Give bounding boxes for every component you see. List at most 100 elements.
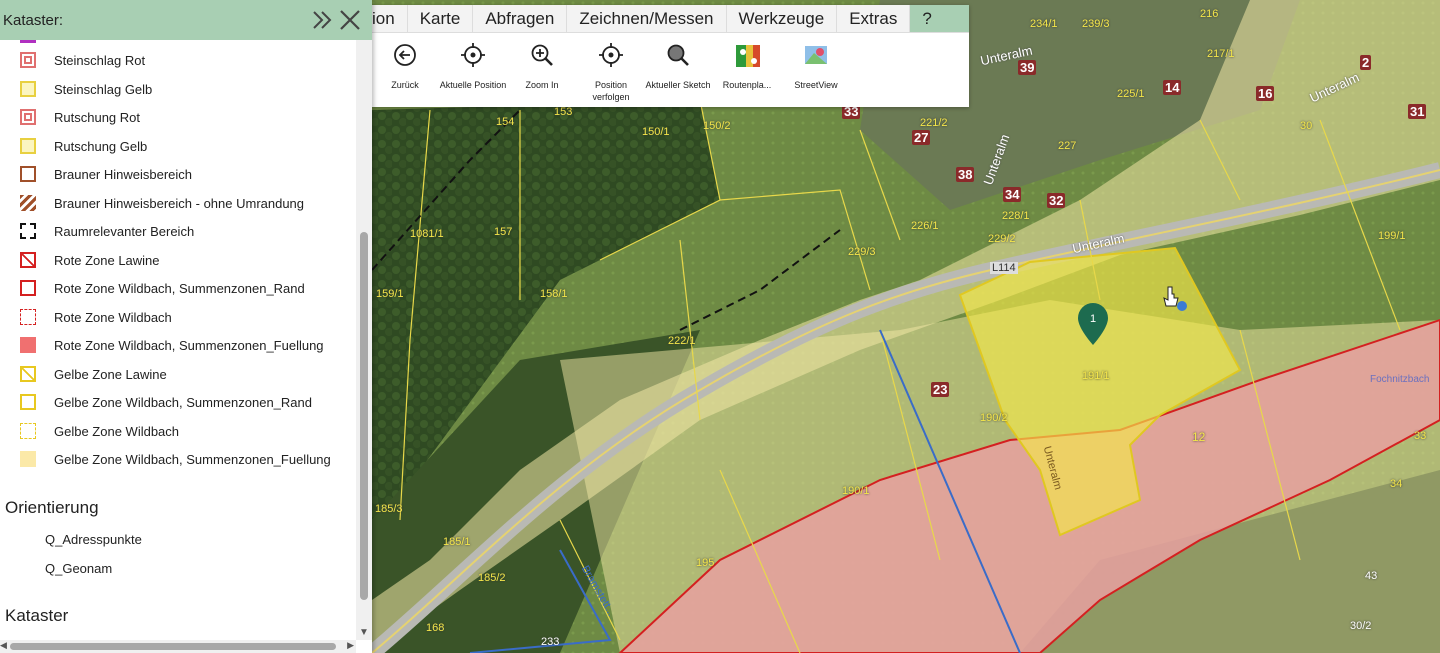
- tab-zeichnen-messen[interactable]: Zeichnen/Messen: [567, 5, 727, 32]
- parcel-label: 34: [1390, 478, 1403, 490]
- house-number: 38: [956, 167, 975, 182]
- parcel-label: 229/2: [988, 233, 1016, 245]
- tool-label: Zoom In: [525, 80, 559, 90]
- legend-swatch: [20, 394, 36, 410]
- house-number: 27: [912, 130, 931, 145]
- legend-label: Rutschung Gelb: [54, 138, 148, 154]
- parcel-label: 216: [1200, 8, 1219, 20]
- parcel-label: 159/1: [376, 288, 404, 300]
- legend-swatch: [20, 52, 36, 68]
- parcel-label: 222/1: [668, 335, 696, 347]
- legend-item[interactable]: Gelbe Zone Wildbach: [0, 417, 356, 445]
- route-planner-button[interactable]: Routenpla...: [712, 33, 782, 107]
- legend-item[interactable]: Rote Zone Wildbach: [0, 303, 356, 331]
- parcel-label: 239/3: [1082, 18, 1110, 30]
- tab-abfragen[interactable]: Abfragen: [473, 5, 568, 32]
- parcel-label: 227: [1058, 140, 1077, 152]
- collapse-chevrons-icon[interactable]: [310, 6, 336, 34]
- parcel-label: 195: [696, 557, 715, 569]
- legend-swatch: [20, 280, 36, 296]
- legend-item[interactable]: Gelbe Zone Lawine: [0, 360, 356, 388]
- parcel-label: 221/2: [920, 117, 948, 129]
- tab-werkzeuge[interactable]: Werkzeuge: [727, 5, 838, 32]
- layer-item[interactable]: Q_Adresspunkte: [45, 532, 142, 547]
- legend-item[interactable]: Brauner Hinweisbereich - ohne Umrandung: [0, 189, 356, 217]
- current-position-button[interactable]: Aktuelle Position: [438, 33, 508, 107]
- legend-item[interactable]: Brauner Hinweisbereich: [0, 160, 356, 188]
- legend-item[interactable]: Steinschlag Rot: [0, 46, 356, 74]
- tool-label: StreetView: [794, 80, 838, 90]
- parcel-label: 153: [554, 106, 573, 118]
- section-title-orientierung[interactable]: Orientierung: [5, 498, 99, 518]
- vertical-scrollbar[interactable]: ▼: [356, 40, 372, 640]
- tab-karte[interactable]: Karte: [408, 5, 474, 32]
- house-number: 32: [1047, 193, 1066, 208]
- tab-help[interactable]: ?: [910, 5, 969, 32]
- panel-header: Kataster:: [0, 0, 372, 40]
- legend-swatch: [20, 195, 36, 211]
- parcel-label: 168: [426, 622, 445, 634]
- house-number: 16: [1256, 86, 1275, 101]
- back-button[interactable]: Zurück: [370, 33, 440, 107]
- parcel-label: 190/1: [842, 485, 870, 497]
- scroll-right-arrow-icon[interactable]: ▶: [347, 640, 354, 651]
- tool-label: Position verfolgen: [592, 80, 630, 102]
- legend-swatch: [20, 166, 36, 182]
- parcel-label: 185/1: [443, 536, 471, 548]
- legend-item[interactable]: Rutschung Rot: [0, 103, 356, 131]
- close-icon[interactable]: [336, 6, 364, 34]
- house-number: 31: [1408, 104, 1427, 119]
- parcel-label: 150/2: [703, 120, 731, 132]
- tab-extras[interactable]: Extras: [837, 5, 911, 32]
- legend-swatch: [20, 309, 36, 325]
- crosshair-follow-icon: [599, 43, 623, 67]
- tool-label: Aktuelle Position: [439, 80, 507, 90]
- tab-navigation[interactable]: ion: [372, 5, 408, 32]
- legend-item[interactable]: Gelbe Zone Wildbach, Summenzonen_Rand: [0, 388, 356, 416]
- parcel-label: 157: [494, 226, 513, 238]
- parcel-label: 233: [541, 636, 560, 648]
- follow-position-button[interactable]: Position verfolgen: [576, 33, 646, 107]
- marker-label: 1: [1089, 313, 1097, 325]
- current-sketch-button[interactable]: Aktueller Sketch: [643, 33, 713, 107]
- scrollbar-thumb[interactable]: [360, 232, 368, 600]
- legend-swatch: [20, 451, 36, 467]
- legend-swatch: [20, 252, 36, 268]
- legend-item[interactable]: Gelbe Zone Wildbach, Summenzonen_Fuellun…: [0, 445, 356, 473]
- legend-panel: Kataster: Steinschlag Rot Steinschlag Ge…: [0, 0, 372, 653]
- menu-bar: ion Karte Abfragen Zeichnen/Messen Werkz…: [372, 5, 969, 33]
- scroll-left-arrow-icon[interactable]: ◀: [0, 640, 7, 651]
- parcel-label: 225/1: [1117, 88, 1145, 100]
- zoom-in-button[interactable]: Zoom In: [507, 33, 577, 107]
- legend-label: Rote Zone Wildbach, Summenzonen_Fuellung: [54, 337, 324, 353]
- legend-item[interactable]: Steinschlag Gelb: [0, 75, 356, 103]
- legend-item[interactable]: Rote Zone Wildbach, Summenzonen_Fuellung: [0, 331, 356, 359]
- parcel-label: 234/1: [1030, 18, 1058, 30]
- map-toolbar: ion Karte Abfragen Zeichnen/Messen Werkz…: [372, 5, 969, 107]
- streetview-button[interactable]: StreetView: [781, 33, 851, 107]
- legend-item[interactable]: Raumrelevanter Bereich: [0, 217, 356, 245]
- legend-item[interactable]: Rutschung Gelb: [0, 132, 356, 160]
- house-number: 39: [1018, 60, 1037, 75]
- legend-label: Gelbe Zone Wildbach: [54, 423, 180, 439]
- stream-label: Fochnitzbach: [1370, 374, 1430, 385]
- crosshair-icon: [461, 43, 485, 67]
- house-number: 2: [1360, 55, 1372, 70]
- legend-item[interactable]: Rote Zone Wildbach, Summenzonen_Rand: [0, 274, 356, 302]
- legend-label: Rote Zone Lawine: [54, 252, 160, 268]
- house-number: 23: [931, 382, 950, 397]
- parcel-label: 228/1: [1002, 210, 1030, 222]
- parcel-label: 185/3: [375, 503, 403, 515]
- horizontal-scrollbar[interactable]: ◀ ▶: [0, 640, 356, 653]
- parcel-label: 154: [496, 116, 515, 128]
- back-arrow-icon: [394, 44, 416, 66]
- legend-item[interactable]: Rote Zone Lawine: [0, 246, 356, 274]
- legend-swatch: [20, 366, 36, 382]
- tool-label: Aktueller Sketch: [645, 80, 711, 90]
- section-title-kataster[interactable]: Kataster: [5, 606, 68, 626]
- layer-item[interactable]: Q_Geonam: [45, 561, 112, 576]
- parcel-label: 43: [1365, 570, 1378, 582]
- legend-label: Steinschlag Gelb: [54, 81, 153, 97]
- scrollbar-thumb[interactable]: [10, 643, 336, 650]
- scroll-down-arrow-icon[interactable]: ▼: [359, 627, 369, 638]
